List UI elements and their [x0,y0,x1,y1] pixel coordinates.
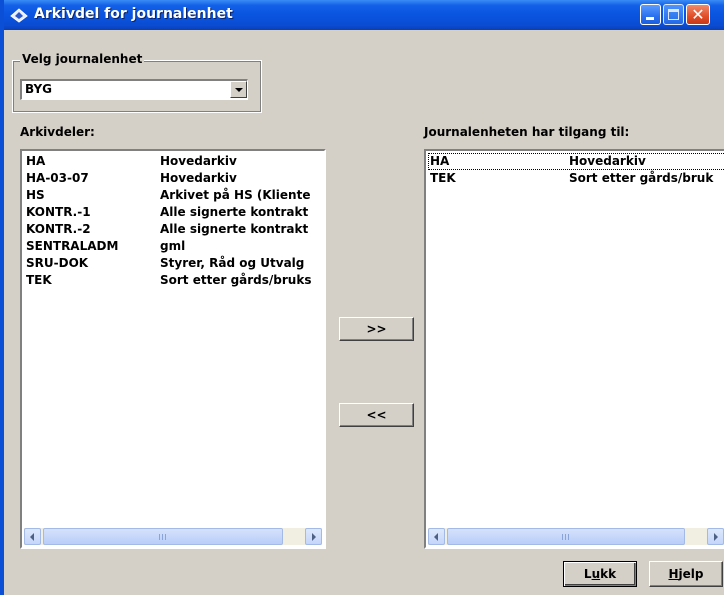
maximize-button[interactable] [663,4,684,25]
list-item-code: TEK [26,273,52,287]
list-item-name: Alle signerte kontrakt [160,222,309,236]
list-item-name: Hovedarkiv [160,154,237,168]
arkivdeler-horizontal-scrollbar[interactable] [24,528,322,545]
scroll-right-button[interactable] [305,528,322,545]
window-title: Arkivdel for journalenhet [34,6,233,22]
close-window-button[interactable]: ✕ [686,4,710,25]
list-item[interactable]: HA-03-07 Hovedarkiv [24,170,324,187]
scrollbar-thumb[interactable] [43,528,283,545]
close-button-label-suffix: kk [600,567,617,581]
arrow-left-icon [30,533,34,541]
chevron-down-icon [235,88,243,92]
scrollbar-thumb[interactable] [447,528,685,545]
title-bar[interactable]: Arkivdel for journalenhet ✕ [4,0,724,30]
maximize-icon [668,9,679,20]
list-item[interactable]: KONTR.-1 Alle signerte kontrakt [24,204,324,221]
list-item-code: KONTR.-1 [26,205,91,219]
arrow-right-icon [714,533,718,541]
list-item-name: Styrer, Råd og Utvalg [160,256,305,270]
list-item[interactable]: HA Hovedarkiv [24,153,324,170]
arkivdeler-listbox[interactable]: HA Hovedarkiv HA-03-07 Hovedarkiv HS Arkive… [20,149,326,549]
tilgang-label: Journalenheten har tilgang til: [424,125,630,139]
arkivdeler-label: Arkivdeler: [20,125,95,139]
close-icon: ✕ [691,5,705,24]
list-item-code: SENTRALADM [26,239,119,253]
arrow-left-icon [434,533,438,541]
list-item[interactable]: SRU-DOK Styrer, Råd og Utvalg [24,255,324,272]
scroll-right-button[interactable] [707,528,724,545]
list-item[interactable]: TEK Sort etter gårds/bruk [428,170,724,187]
list-item-code: HA [430,154,450,168]
minimize-icon [646,17,654,20]
journalenhet-selected-value: BYG [25,82,53,96]
tilgang-listbox[interactable]: HA Hovedarkiv TEK Sort etter gårds/bruk [424,149,724,549]
list-item-name: Sort etter gårds/bruk [569,171,714,185]
list-item-name: Alle signerte kontrakt [160,205,309,219]
list-item-name: Hovedarkiv [160,171,237,185]
close-button[interactable]: Lukk [563,561,637,587]
arrow-right-icon [312,533,316,541]
list-item[interactable]: HS Arkivet på HS (Kliente [24,187,324,204]
list-item-name: Sort etter gårds/bruks [160,273,312,287]
combobox-dropdown-button[interactable] [230,81,247,98]
list-item[interactable]: KONTR.-2 Alle signerte kontrakt [24,221,324,238]
app-icon [10,8,28,23]
list-item-code: HS [26,188,45,202]
list-item[interactable]: HA Hovedarkiv [428,153,724,170]
list-item-code: HA [26,154,46,168]
dialog-window: Arkivdel for journalenhet ✕ Velg journal… [0,0,724,595]
tilgang-horizontal-scrollbar[interactable] [428,528,724,545]
grip-icon [562,534,570,540]
scroll-left-button[interactable] [24,528,41,545]
grip-icon [159,534,167,540]
help-button-label-suffix: jelp [678,567,704,581]
minimize-button[interactable] [640,4,661,25]
list-item-code: HA-03-07 [26,171,89,185]
list-item-code: TEK [430,171,456,185]
tilgang-rows: HA Hovedarkiv TEK Sort etter gårds/bruk [428,153,724,187]
add-to-access-button[interactable]: >> [339,317,414,341]
list-item-name: gml [160,239,186,253]
list-item-code: KONTR.-2 [26,222,91,236]
scroll-left-button[interactable] [428,528,445,545]
help-button-mnemonic: H [668,567,679,581]
remove-from-access-button[interactable]: << [339,403,414,427]
close-button-label-prefix: L [583,567,592,581]
journalenhet-combobox[interactable]: BYG [20,79,248,100]
list-item-name: Hovedarkiv [569,154,646,168]
arkivdeler-rows: HA Hovedarkiv HA-03-07 Hovedarkiv HS Arkive… [24,153,324,289]
list-item-name: Arkivet på HS (Kliente [160,188,311,202]
list-item[interactable]: TEK Sort etter gårds/bruks [24,272,324,289]
list-item[interactable]: SENTRALADM gml [24,238,324,255]
journalenhet-group-label: Velg journalenhet [20,52,145,66]
list-item-code: SRU-DOK [26,256,89,270]
help-button[interactable]: Hjelp [649,561,723,587]
close-button-mnemonic: u [591,567,601,581]
